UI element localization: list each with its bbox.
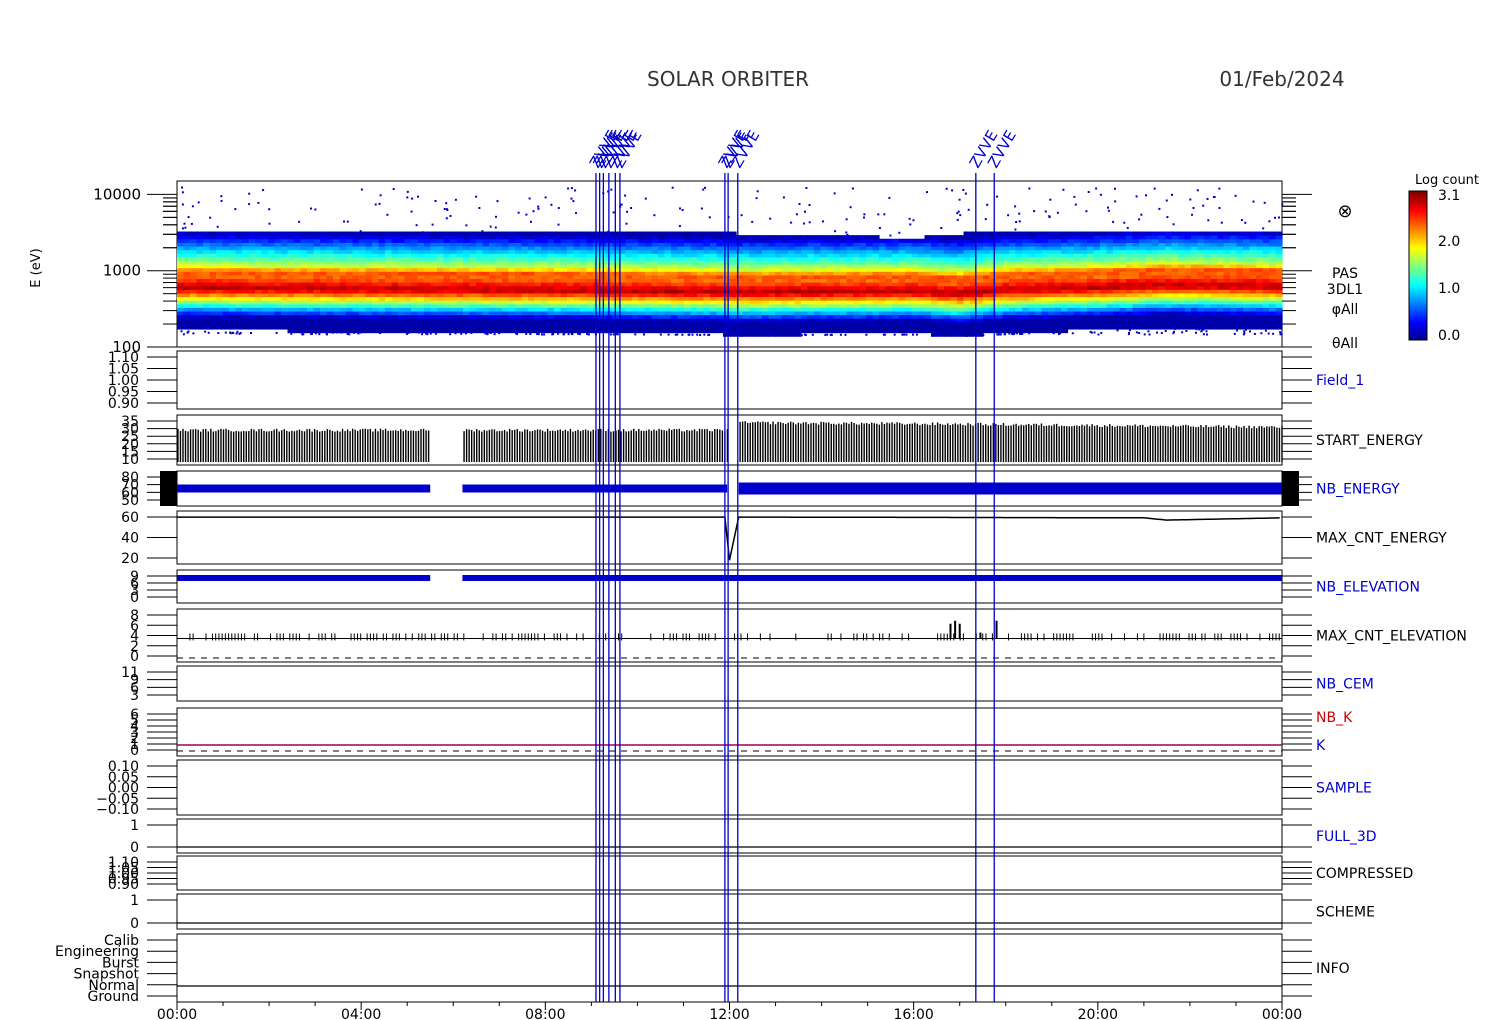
figure-date: 01/Feb/2024 xyxy=(1219,67,1344,91)
time-tick-label: 20:00 xyxy=(1078,1007,1118,1020)
nb-elevation-trace xyxy=(177,575,431,581)
panel-start-energy: 353025201510START_ENERGY xyxy=(121,414,1423,468)
panel-ytick-label: 0.90 xyxy=(108,396,139,412)
panel-ytick-label: 1 xyxy=(130,893,139,909)
panel-compressed: 1.101.051.000.950.90COMPRESSED xyxy=(108,855,1413,893)
panel-max-cnt-energy: 60 40 20 MAX_CNT_ENERGY xyxy=(121,510,1447,567)
panel-nb-elevation: 9630NB_ELEVATION xyxy=(130,569,1420,606)
time-tick-label: 04:00 xyxy=(341,1007,381,1020)
panel-full-3d: 1 0 FULL_3D xyxy=(130,818,1377,856)
spectrogram-side-label: PAS xyxy=(1332,266,1358,282)
panel-max-cnt-elevation: 86420MAX_CNT_ELEVATION xyxy=(130,608,1467,665)
time-axis: 00:00 04:00 08:00 12:00 16:00 20:00 00:00 xyxy=(157,1002,1302,1020)
time-tick-label: 12:00 xyxy=(709,1007,749,1020)
spectrogram-side-label: 3DL1 xyxy=(1327,282,1363,298)
panel-ytick-label: 0 xyxy=(130,590,139,606)
panel-ytick-label: 20 xyxy=(121,551,139,567)
time-tick-label: 00:00 xyxy=(1262,1007,1302,1020)
panel-frame xyxy=(176,350,1283,410)
panel-label-secondary: K xyxy=(1316,738,1326,754)
panel-label: MAX_CNT_ENERGY xyxy=(1316,531,1447,547)
figure-title: SOLAR ORBITER xyxy=(647,67,809,91)
direction-symbol: ⊗ xyxy=(1337,201,1352,222)
panel-nb-k: 6543210NB_KK xyxy=(130,707,1353,759)
panel-ytick-label: 60 xyxy=(121,510,139,526)
panel-label: SAMPLE xyxy=(1316,781,1372,797)
panel-frame xyxy=(176,933,1283,1003)
panel-field1: 1.101.051.000.950.90Field_1 xyxy=(108,350,1364,412)
time-tick-label: 08:00 xyxy=(525,1007,565,1020)
panel-nb-cem: 11963NB_CEM xyxy=(121,665,1374,704)
panel-frame xyxy=(176,759,1283,816)
colorbar-title: Log count xyxy=(1415,173,1479,188)
panel-frame xyxy=(176,855,1283,891)
panel-label: FULL_3D xyxy=(1316,829,1377,845)
panel-frame xyxy=(176,569,1283,604)
panel-frame xyxy=(176,707,1283,757)
panel-label: NB_ELEVATION xyxy=(1316,580,1420,596)
panel-ytick-label: −0.10 xyxy=(96,802,139,818)
panel-label: START_ENERGY xyxy=(1316,433,1423,449)
panel-ytick-label: 0 xyxy=(130,649,139,665)
panel-frame xyxy=(176,665,1283,702)
panel-label: NB_K xyxy=(1316,710,1353,726)
panel-info: CalibEngineeringBurstSnapshotNormalGroun… xyxy=(55,933,1350,1005)
panel-ytick-label: 50 xyxy=(121,493,139,509)
nb-energy-edge-block xyxy=(1282,471,1299,506)
nb-energy-edge-block xyxy=(160,471,177,506)
panel-ytick-label: 0.90 xyxy=(108,877,139,893)
spectrogram-side-label: θAll xyxy=(1332,336,1358,352)
panel-ytick-label: Ground xyxy=(88,989,140,1005)
nb-energy-trace xyxy=(462,484,728,493)
colorbar: 3.1 2.0 1.0 0.0 xyxy=(1408,188,1460,344)
spectrogram-ytick-label: 1000 xyxy=(103,262,141,280)
panel-ytick-label: 0 xyxy=(130,743,139,759)
colorbar-tick-label: 3.1 xyxy=(1438,188,1460,204)
panel-nb-energy: 80706050NB_ENERGY xyxy=(121,470,1400,509)
panel-ytick-label: 3 xyxy=(130,688,139,704)
colorbar-tick-label: 1.0 xyxy=(1438,281,1460,297)
nb-energy-trace xyxy=(177,484,431,493)
panel-label: Field_1 xyxy=(1316,373,1364,389)
panel-label: NB_CEM xyxy=(1316,677,1374,693)
nb-energy-trace xyxy=(738,482,1282,495)
panel-label: INFO xyxy=(1316,961,1350,977)
nb-elevation-trace xyxy=(462,575,1282,581)
panel-label: MAX_CNT_ELEVATION xyxy=(1316,629,1467,645)
panel-frame xyxy=(176,893,1283,930)
panel-ytick-label: 1 xyxy=(130,818,139,834)
panel-label: SCHEME xyxy=(1316,905,1375,921)
spectrogram-side-label: φAll xyxy=(1332,302,1359,318)
swa-pas-quicklook-figure: SOLAR ORBITER 01/Feb/2024 100001000100PA… xyxy=(29,67,1479,1020)
panel-ytick-label: 0 xyxy=(130,916,139,932)
panel-frame xyxy=(176,608,1283,663)
spectrogram-ylabel: E (eV) xyxy=(29,248,44,287)
colorbar-tick-label: 0.0 xyxy=(1438,328,1460,344)
panel-ytick-label: 10 xyxy=(121,452,139,468)
housekeeping-panels: 1.101.051.000.950.90Field_1353025201510S… xyxy=(55,350,1467,1005)
time-tick-label: 00:00 xyxy=(157,1007,197,1020)
time-tick-label: 16:00 xyxy=(893,1007,933,1020)
panel-frame xyxy=(176,818,1283,854)
colorbar-tick-label: 2.0 xyxy=(1438,234,1460,250)
panel-ytick-label: 40 xyxy=(121,531,139,547)
panel-scheme: 1 0 SCHEME xyxy=(130,893,1375,932)
panel-label: COMPRESSED xyxy=(1316,866,1413,882)
spectrogram-ytick-label: 10000 xyxy=(93,185,141,203)
panel-sample: 0.100.050.00−0.05−0.10SAMPLE xyxy=(96,759,1372,818)
panel-label: NB_ENERGY xyxy=(1316,482,1400,498)
panel-ytick-label: 0 xyxy=(130,840,139,856)
